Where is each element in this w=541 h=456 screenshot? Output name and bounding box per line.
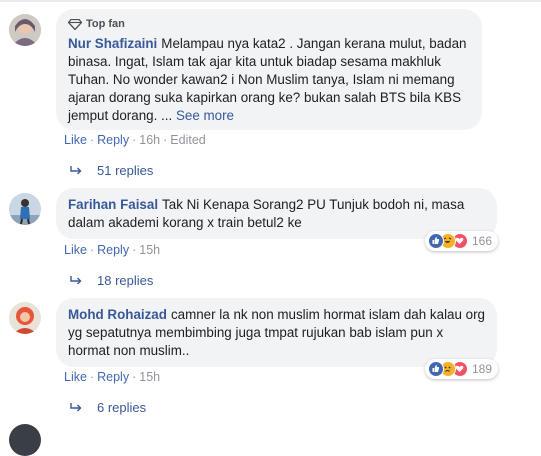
see-more-link[interactable]: See more (176, 108, 234, 123)
diamond-icon (68, 18, 82, 30)
view-replies-link[interactable]: 51 replies (70, 163, 153, 178)
comment-actions: Like · Reply · 15h (64, 243, 161, 257)
top-fan-badge: Top fan (68, 15, 470, 33)
avatar[interactable] (9, 14, 41, 46)
comment-author[interactable]: Mohd Rohaizad (68, 307, 167, 322)
reply-arrow-icon (70, 166, 82, 175)
avatar[interactable] (9, 193, 41, 225)
top-divider (0, 0, 541, 2)
comment-author[interactable]: Farihan Faisal (68, 197, 158, 212)
reaction-summary[interactable]: 166 (425, 231, 499, 251)
timestamp[interactable]: 15h (139, 243, 160, 257)
replies-count[interactable]: 18 replies (97, 273, 153, 288)
reaction-count: 189 (472, 362, 493, 376)
comment-actions: Like · Reply · 16h · Edited (64, 133, 206, 147)
comment-actions: Like · Reply · 15h (64, 370, 161, 384)
edited-label[interactable]: Edited (170, 133, 205, 147)
like-link[interactable]: Like (64, 243, 87, 257)
reply-link[interactable]: Reply (97, 133, 129, 147)
comment-bubble: Top fan Nur Shafizaini Melampau nya kata2… (56, 9, 482, 130)
like-reaction-icon (428, 233, 444, 249)
reaction-count: 166 (472, 234, 493, 248)
reply-arrow-icon (70, 403, 82, 412)
comment-author[interactable]: Nur Shafizaini (68, 36, 157, 51)
comment-bubble: Mohd Rohaizad camner la nk non muslim hor… (56, 298, 497, 367)
like-reaction-icon (428, 361, 444, 377)
reply-arrow-icon (70, 276, 82, 285)
top-fan-label: Top fan (86, 18, 125, 30)
view-replies-link[interactable]: 6 replies (70, 400, 146, 415)
reply-link[interactable]: Reply (97, 370, 129, 384)
like-link[interactable]: Like (64, 133, 87, 147)
replies-count[interactable]: 51 replies (97, 163, 153, 178)
view-replies-link[interactable]: 18 replies (70, 273, 153, 288)
reply-link[interactable]: Reply (97, 243, 129, 257)
replies-count[interactable]: 6 replies (97, 400, 146, 415)
timestamp[interactable]: 16h (139, 133, 160, 147)
avatar[interactable] (9, 302, 41, 334)
timestamp[interactable]: 15h (139, 370, 160, 384)
reaction-summary[interactable]: 189 (425, 359, 499, 379)
like-link[interactable]: Like (64, 370, 87, 384)
